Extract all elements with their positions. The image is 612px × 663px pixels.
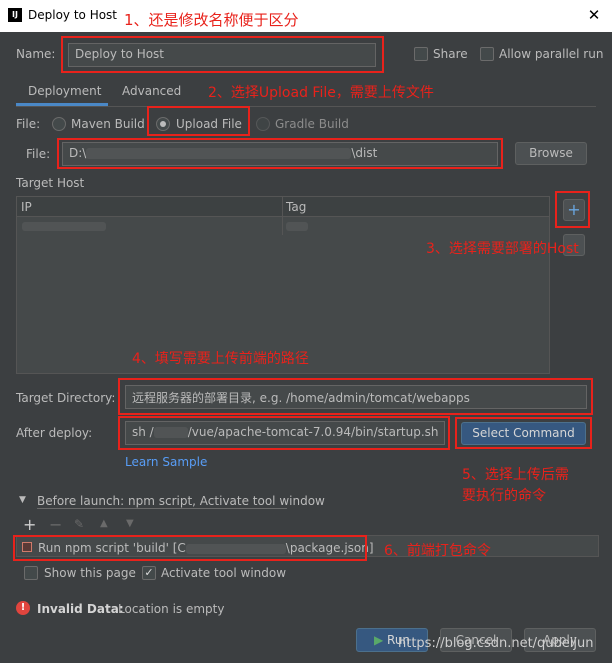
redacted-host-tag xyxy=(286,222,308,231)
error-label: Invalid Data: xyxy=(37,602,124,616)
redacted-host-ip xyxy=(22,222,106,231)
before-launch-underline xyxy=(37,508,287,509)
before-launch-label: Before launch: npm script, Activate tool… xyxy=(37,494,325,508)
tab-divider xyxy=(16,106,596,107)
annotation-box-file-path xyxy=(57,138,503,169)
intellij-logo-icon: IJ xyxy=(8,8,22,22)
activate-tool-window-label: Activate tool window xyxy=(161,566,287,580)
file-path-label: File: xyxy=(26,147,51,161)
run-icon: ▶ xyxy=(373,633,384,647)
watermark: https://blog.csdn.net/qubeijun xyxy=(398,636,594,651)
activate-tool-window-checkbox[interactable]: ✓ xyxy=(142,566,156,580)
annotation-4: 4、填写需要上传前端的路径 xyxy=(132,351,309,367)
annotation-box-npm xyxy=(13,535,367,561)
error-icon: ! xyxy=(16,601,30,615)
annotation-5-line1: 5、选择上传后需 xyxy=(462,467,569,483)
tab-advanced[interactable]: Advanced xyxy=(122,84,181,98)
annotation-3: 3、选择需要部署的Host xyxy=(426,241,579,257)
radio-maven-build-label: Maven Build xyxy=(71,117,145,131)
after-deploy-label: After deploy: xyxy=(16,426,93,440)
error-message: Location is empty xyxy=(118,602,225,616)
share-label: Share xyxy=(433,47,468,61)
allow-parallel-label: Allow parallel run xyxy=(499,47,604,61)
show-page-checkbox[interactable] xyxy=(24,566,38,580)
remove-task-icon[interactable]: − xyxy=(49,515,62,534)
show-page-label: Show this page xyxy=(44,566,136,580)
learn-sample-link[interactable]: Learn Sample xyxy=(125,455,207,469)
annotation-box-upload-file xyxy=(147,106,250,136)
target-directory-label: Target Directory: xyxy=(16,391,116,405)
host-table-col-tag: Tag xyxy=(286,200,307,214)
tab-deployment[interactable]: Deployment xyxy=(28,84,101,98)
radio-maven-build[interactable] xyxy=(52,117,66,131)
annotation-box-add-host xyxy=(555,191,590,228)
annotation-box-select-command xyxy=(455,417,592,449)
collapse-triangle-icon[interactable]: ▼ xyxy=(19,495,26,505)
host-table-header xyxy=(17,197,549,217)
edit-task-icon[interactable]: ✎ xyxy=(74,517,84,531)
file-type-label: File: xyxy=(16,117,41,131)
annotation-1: 1、还是修改名称便于区分 xyxy=(124,11,299,29)
name-label: Name: xyxy=(16,47,56,61)
radio-gradle-build[interactable] xyxy=(256,117,270,131)
annotation-box-after-deploy xyxy=(118,416,450,450)
radio-gradle-build-label: Gradle Build xyxy=(275,117,349,131)
annotation-6: 6、前端打包命令 xyxy=(384,543,491,559)
annotation-5-line2: 要执行的命令 xyxy=(462,488,546,504)
browse-button[interactable]: Browse xyxy=(515,142,587,165)
window-title: Deploy to Host xyxy=(28,8,118,22)
allow-parallel-checkbox[interactable] xyxy=(480,47,494,61)
close-icon[interactable]: ✕ xyxy=(584,4,604,26)
host-table-col-ip: IP xyxy=(21,200,32,214)
column-divider xyxy=(282,197,283,235)
share-checkbox[interactable] xyxy=(414,47,428,61)
move-down-icon[interactable]: ▼ xyxy=(126,518,134,529)
annotation-box-target-directory xyxy=(118,378,593,415)
move-up-icon[interactable]: ▲ xyxy=(100,518,108,529)
annotation-2: 2、选择Upload File，需要上传文件 xyxy=(208,85,434,101)
add-task-icon[interactable]: + xyxy=(23,515,36,534)
target-host-label: Target Host xyxy=(16,176,85,190)
annotation-box-name xyxy=(61,36,384,73)
